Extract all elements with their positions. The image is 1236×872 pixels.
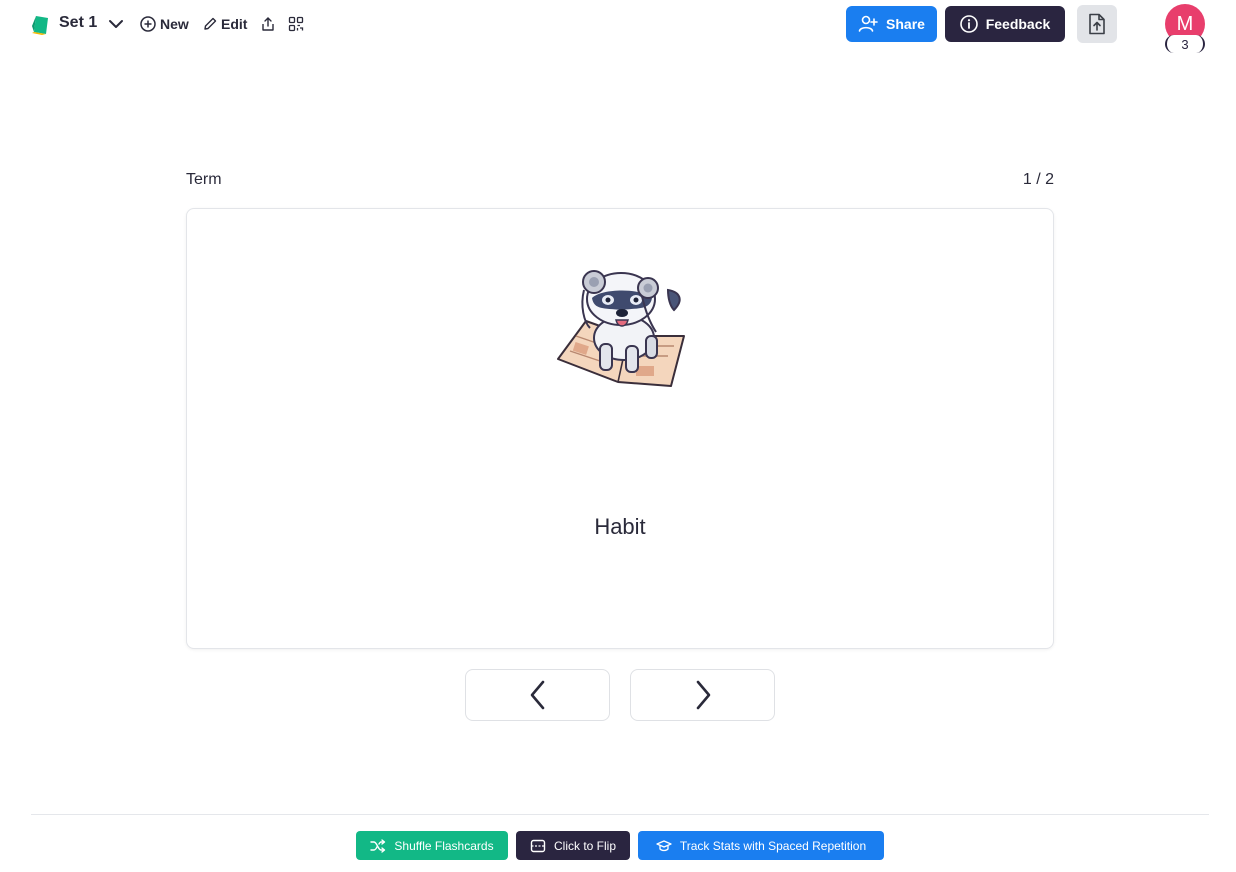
track-stats-button[interactable]: Track Stats with Spaced Repetition xyxy=(638,831,884,860)
share-label: Share xyxy=(886,16,925,32)
upload-file-button[interactable] xyxy=(1077,5,1117,43)
flip-card-icon xyxy=(530,839,546,852)
shuffle-icon xyxy=(370,838,386,853)
graduation-cap-icon xyxy=(656,839,672,851)
file-upload-icon xyxy=(1089,13,1105,35)
chevron-right-icon xyxy=(696,680,710,710)
click-to-flip-button[interactable]: Click to Flip xyxy=(516,831,630,860)
flashcard[interactable]: Habit xyxy=(186,208,1054,649)
app-logo-icon xyxy=(32,16,48,35)
info-icon xyxy=(959,15,978,33)
top-toolbar: Set 1 New Edit Share Feedback M 3 xyxy=(0,0,1236,53)
export-button[interactable] xyxy=(260,14,276,34)
feedback-label: Feedback xyxy=(985,16,1051,32)
qr-code-icon xyxy=(288,16,304,32)
edit-button[interactable]: Edit xyxy=(203,14,247,34)
avatar-badge-count: 3 xyxy=(1181,36,1189,52)
next-card-button[interactable] xyxy=(630,669,775,721)
shuffle-flashcards-button[interactable]: Shuffle Flashcards xyxy=(356,831,508,860)
footer-divider xyxy=(31,814,1209,815)
new-label: New xyxy=(160,16,189,32)
avatar-initial: M xyxy=(1176,12,1194,35)
card-term-text: Habit xyxy=(594,514,646,539)
plus-circle-icon xyxy=(140,16,156,32)
chevron-left-icon xyxy=(530,680,544,710)
qr-code-button[interactable] xyxy=(288,14,304,34)
share-button[interactable]: Share xyxy=(846,6,937,42)
feedback-button[interactable]: Feedback xyxy=(945,6,1065,42)
avatar-count-badge: 3 xyxy=(1165,35,1205,53)
card-side-label: Term xyxy=(186,171,222,188)
shuffle-label: Shuffle Flashcards xyxy=(394,838,494,853)
chevron-down-icon[interactable] xyxy=(106,14,126,34)
add-user-icon xyxy=(858,15,878,32)
previous-card-button[interactable] xyxy=(465,669,610,721)
new-button[interactable]: New xyxy=(140,14,189,34)
pencil-icon xyxy=(204,17,217,30)
robot-dog-image xyxy=(557,270,685,387)
set-title[interactable]: Set 1 xyxy=(59,14,97,32)
card-position: 1 / 2 xyxy=(1022,171,1054,188)
edit-label: Edit xyxy=(221,16,248,32)
share-upload-icon xyxy=(262,17,274,31)
track-label: Track Stats with Spaced Repetition xyxy=(679,838,867,853)
flip-label: Click to Flip xyxy=(553,838,616,853)
